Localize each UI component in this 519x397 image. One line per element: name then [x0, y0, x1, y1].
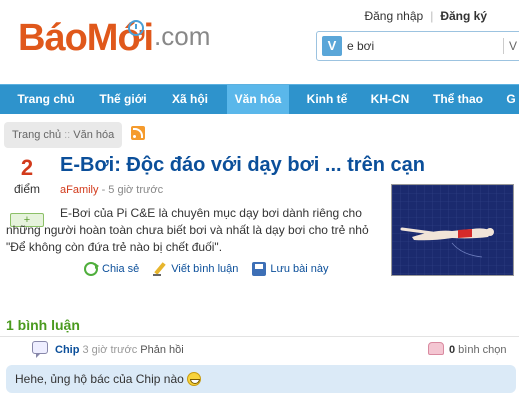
breadcrumb: Trang chủ:: Văn hóa [4, 122, 122, 148]
article-actions: Chia sẻ Viết bình luận Lưu bài này [84, 262, 343, 276]
nav-item-kinh-te[interactable]: Kinh tế [296, 85, 358, 114]
nav-item-trang-chu[interactable]: Trang chủ [6, 85, 86, 114]
logo-dotcom: .com [154, 21, 211, 51]
site-header: Báo Mới .com Đăng nhập | Đăng ký V V [0, 0, 519, 84]
article-source[interactable]: aFamily [60, 184, 99, 196]
share-label: Chia sẻ [102, 263, 140, 275]
thumbs-up-icon[interactable] [428, 342, 444, 355]
breadcrumb-home[interactable]: Trang chủ [12, 129, 61, 141]
comment-time: 3 giờ trước [82, 344, 138, 356]
comment-body: Hehe, ủng hộ bác của Chip nào [6, 365, 516, 393]
article-time: - 5 giờ trước [98, 184, 164, 196]
nav-item-xa-hoi[interactable]: Xã hội [160, 85, 220, 114]
save-article-button[interactable]: Lưu bài này [252, 262, 329, 276]
login-link[interactable]: Đăng nhập [364, 9, 423, 23]
separator: | [430, 9, 434, 23]
site-logo[interactable]: Báo Mới .com [18, 16, 210, 60]
breadcrumb-current[interactable]: Văn hóa [73, 129, 114, 141]
smiley-icon [186, 372, 201, 386]
account-links: Đăng nhập | Đăng ký [364, 9, 487, 23]
nav-item-kh-cn[interactable]: KH-CN [362, 85, 418, 114]
pen-icon [153, 262, 167, 276]
search-logo-icon: V [322, 36, 342, 56]
search-input[interactable] [347, 37, 497, 55]
reply-link[interactable]: Phản hồi [140, 344, 183, 356]
comment-bubble-icon [32, 341, 48, 358]
logo-moi: Mới [86, 17, 154, 59]
save-label: Lưu bài này [270, 263, 329, 275]
write-comment-button[interactable]: Viết bình luận [153, 262, 238, 276]
comments-divider [0, 336, 519, 337]
share-icon [84, 262, 99, 276]
nav-item-the-thao[interactable]: Thể thao [423, 85, 493, 114]
share-button[interactable]: Chia sẻ [84, 262, 139, 276]
article-meta: aFamily - 5 giờ trước [60, 184, 163, 196]
article-thumbnail[interactable] [391, 184, 514, 276]
search-divider [503, 38, 504, 54]
comment-votes: 0 bình chọn [449, 344, 507, 356]
write-comment-label: Viết bình luận [171, 263, 239, 275]
nav-item-van-hoa[interactable]: Văn hóa [227, 85, 289, 114]
clock-icon [128, 20, 144, 36]
rss-icon[interactable] [131, 126, 145, 140]
comments-heading: 1 bình luận [6, 317, 80, 333]
nav-item-the-gioi[interactable]: Thế giới [88, 85, 158, 114]
main-nav: Trang chủ Thế giới Xã hội Văn hóa Kinh t… [0, 84, 519, 114]
save-icon [252, 262, 267, 276]
register-link[interactable]: Đăng ký [440, 9, 487, 23]
search-scope-select[interactable]: V [509, 39, 517, 53]
comment-meta: Chip 3 giờ trước Phản hồi [55, 344, 184, 356]
article-description: E-Bơi của Pi C&E là chuyên mục dạy bơi d… [6, 205, 386, 256]
score-label: điểm [13, 182, 40, 196]
nav-item-more[interactable]: G [503, 85, 519, 114]
swimmer-illustration [392, 185, 513, 275]
score-value: 2 [20, 155, 34, 180]
logo-bao: Báo [18, 17, 88, 59]
comment-author[interactable]: Chip [55, 344, 79, 356]
search-box: V V [316, 31, 519, 61]
breadcrumb-sep: :: [64, 129, 71, 141]
comment-text: Hehe, ủng hộ bác của Chip nào [15, 372, 184, 386]
article-title[interactable]: E-Bơi: Độc đáo với dạy bơi ... trên cạn [60, 154, 425, 177]
vote-label: bình chọn [455, 344, 507, 356]
